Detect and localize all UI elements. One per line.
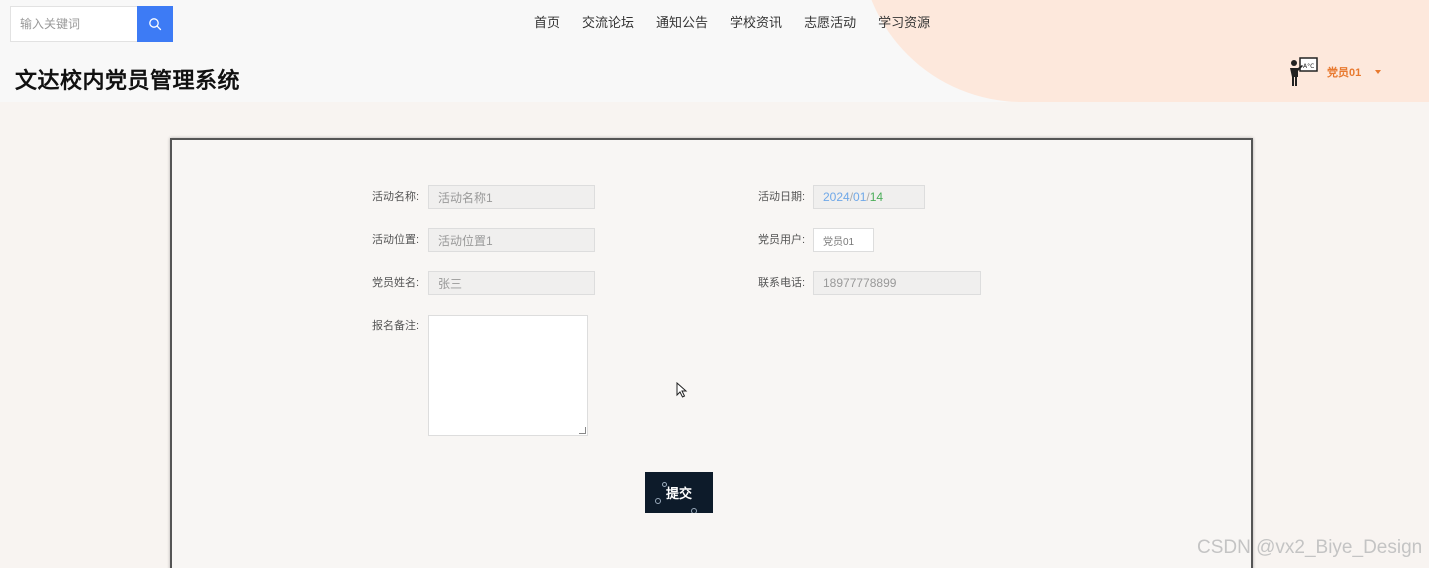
header: 首页 交流论坛 通知公告 学校资讯 志愿活动 学习资源 文达校内党员管理系统 A… [0, 0, 1429, 102]
submit-button[interactable]: 提交 [645, 472, 713, 513]
watermark: CSDN @vx2_Biye_Design [1197, 537, 1423, 558]
date-day: 14 [869, 190, 884, 204]
member-user-field[interactable]: 党员01 [813, 228, 874, 252]
user-menu[interactable]: A°C 党员01 [1287, 56, 1382, 88]
nav-item-news[interactable]: 学校资讯 [730, 12, 782, 31]
signup-form-card: 活动名称: 活动名称1 活动日期: 2024/01/14 活动位置: 活动位置1… [170, 138, 1253, 568]
activity-name-label: 活动名称: [372, 191, 420, 203]
nav-item-resources[interactable]: 学习资源 [878, 12, 930, 31]
bubble-decoration [655, 498, 661, 504]
remark-textarea[interactable] [428, 315, 588, 436]
bubble-decoration [662, 482, 667, 487]
nav-item-forum[interactable]: 交流论坛 [582, 12, 634, 31]
main-nav: 首页 交流论坛 通知公告 学校资讯 志愿活动 学习资源 [534, 12, 952, 31]
nav-item-notice[interactable]: 通知公告 [656, 12, 708, 31]
activity-name-field[interactable]: 活动名称1 [428, 185, 595, 209]
search-button[interactable] [137, 6, 173, 42]
search-icon [149, 18, 162, 31]
member-user-label: 党员用户: [758, 234, 806, 246]
activity-location-label: 活动位置: [372, 234, 420, 246]
nav-item-home[interactable]: 首页 [534, 12, 560, 31]
remark-label: 报名备注: [372, 320, 420, 332]
bubble-decoration [691, 508, 697, 513]
phone-label: 联系电话: [758, 277, 806, 289]
teacher-board-icon: A°C [1290, 57, 1318, 86]
search-box [10, 6, 173, 42]
activity-date-field[interactable]: 2024/01/14 [813, 185, 925, 209]
site-title: 文达校内党员管理系统 [15, 68, 241, 93]
date-year: 2024 [823, 190, 850, 204]
nav-item-volunteer[interactable]: 志愿活动 [804, 12, 856, 31]
activity-date-label: 活动日期: [758, 191, 806, 203]
svg-text:A°C: A°C [1303, 63, 1314, 70]
resize-grip-icon[interactable] [579, 427, 586, 434]
user-name[interactable]: 党员01 [1327, 64, 1361, 80]
mouse-cursor-icon [676, 382, 688, 398]
submit-label: 提交 [665, 486, 692, 501]
activity-location-field[interactable]: 活动位置1 [428, 228, 595, 252]
phone-field[interactable]: 18977778899 [813, 271, 981, 295]
chevron-down-icon[interactable] [1375, 70, 1382, 74]
search-input[interactable] [10, 6, 137, 42]
member-name-field[interactable]: 张三 [428, 271, 595, 295]
member-name-label: 党员姓名: [372, 277, 420, 289]
date-month: 01 [853, 190, 867, 204]
